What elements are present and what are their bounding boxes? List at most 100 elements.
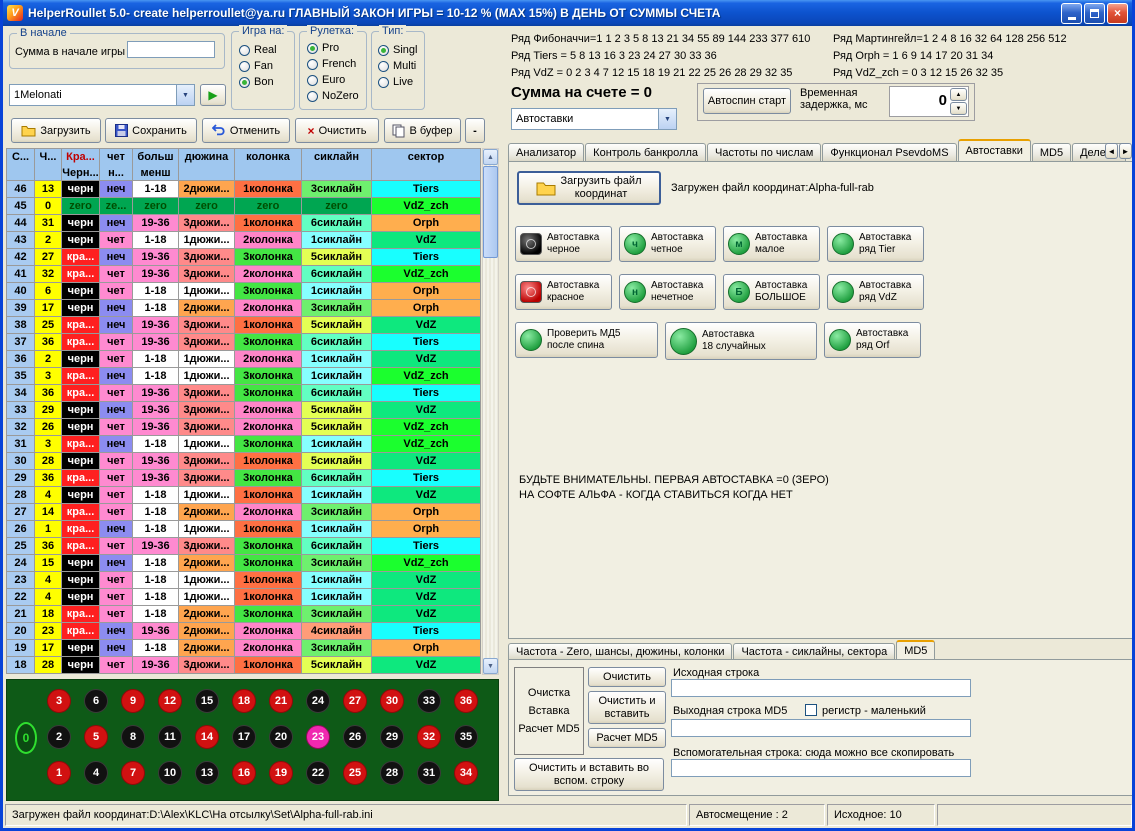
bet-button-красное[interactable]: Автоставкакрасное [515, 274, 612, 310]
board-number[interactable]: 1 [47, 761, 71, 785]
bet-button-ряд-vdz[interactable]: Автоставкаряд VdZ [827, 274, 924, 310]
board-number[interactable]: 36 [454, 689, 478, 713]
radio-real[interactable]: Real [239, 42, 277, 58]
radio-singl[interactable]: Singl [378, 42, 417, 58]
board-number[interactable]: 27 [343, 689, 367, 713]
spinner-down-icon[interactable]: ▼ [950, 102, 967, 115]
bet-button-ряд-orf[interactable]: Автоставкаряд Orf [824, 322, 921, 358]
bet-button-18-случайных[interactable]: Автоставка18 случайных [665, 322, 817, 360]
toolbar-copy-buffer-button[interactable]: В буфер [384, 118, 461, 143]
board-number[interactable]: 33 [417, 689, 441, 713]
board-number[interactable]: 28 [380, 761, 404, 785]
board-number[interactable]: 17 [232, 725, 256, 749]
board-number[interactable]: 13 [195, 761, 219, 785]
board-number[interactable]: 29 [380, 725, 404, 749]
md5-calc-button[interactable]: Расчет MD5 [588, 728, 666, 748]
radio-pro[interactable]: Pro [307, 40, 359, 56]
start-sum-input[interactable] [127, 41, 215, 58]
grid-scrollbar[interactable]: ▲ ▼ [482, 148, 499, 675]
board-number[interactable]: 8 [121, 725, 145, 749]
board-number[interactable]: 26 [343, 725, 367, 749]
close-button[interactable]: × [1107, 3, 1128, 24]
tab-md5[interactable]: MD5 [1032, 143, 1071, 161]
board-number[interactable]: 30 [380, 689, 404, 713]
radio-live[interactable]: Live [378, 74, 417, 90]
scrollbar-thumb[interactable] [483, 166, 498, 258]
board-number[interactable]: 20 [269, 725, 293, 749]
radio-bon[interactable]: Bon [239, 74, 277, 90]
board-number[interactable]: 34 [454, 761, 478, 785]
radio-multi[interactable]: Multi [378, 58, 417, 74]
tab-функционал-psevdoms[interactable]: Функционал PsevdoMS [822, 143, 956, 161]
toolbar-save-disk-button[interactable]: Сохранить [105, 118, 197, 143]
bet-button-ряд-tier[interactable]: Автоставкаряд Tier [827, 226, 924, 262]
chevron-down-icon[interactable]: ▼ [658, 109, 676, 129]
board-number[interactable]: 14 [195, 725, 219, 749]
autobet-combobox[interactable]: Автоставки ▼ [511, 108, 677, 130]
board-number[interactable]: 11 [158, 725, 182, 749]
board-number[interactable]: 35 [454, 725, 478, 749]
board-number[interactable]: 3 [47, 689, 71, 713]
md5-output-input[interactable] [671, 719, 971, 737]
board-number[interactable]: 31 [417, 761, 441, 785]
toolbar-clear-button[interactable]: ×Очистить [295, 118, 379, 143]
chevron-down-icon[interactable]: ▼ [176, 85, 194, 105]
tab-частоты-по-числам[interactable]: Частоты по числам [707, 143, 821, 161]
maximize-button[interactable] [1084, 3, 1105, 24]
board-number[interactable]: 22 [306, 761, 330, 785]
board-number[interactable]: 5 [84, 725, 108, 749]
board-number[interactable]: 16 [232, 761, 256, 785]
minimize-button[interactable] [1061, 3, 1082, 24]
bottom-tab-md5[interactable]: MD5 [896, 640, 935, 659]
board-number[interactable]: 23 [306, 725, 330, 749]
autospin-start-button[interactable]: Автоспин старт [703, 88, 791, 114]
board-zero[interactable]: 0 [15, 722, 37, 754]
tab-автоставки[interactable]: Автоставки [958, 139, 1031, 161]
board-number[interactable]: 2 [47, 725, 71, 749]
scroll-down-icon[interactable]: ▼ [483, 658, 498, 674]
bet-button-нечетное[interactable]: нАвтоставканечетное [619, 274, 716, 310]
bet-button-четное[interactable]: чАвтоставкачетное [619, 226, 716, 262]
tab-scroll-left-icon[interactable]: ◄ [1105, 143, 1118, 159]
tab-scroll-right-icon[interactable]: ► [1119, 143, 1132, 159]
board-number[interactable]: 24 [306, 689, 330, 713]
bet-button-большое[interactable]: БАвтоставкаБОЛЬШОЕ [723, 274, 820, 310]
bet-button-черное[interactable]: Автоставкачерное [515, 226, 612, 262]
load-coordinates-button[interactable]: Загрузить файл координат [517, 171, 661, 205]
preset-combobox[interactable]: 1Melonati ▼ [9, 84, 195, 106]
board-number[interactable]: 15 [195, 689, 219, 713]
board-number[interactable]: 19 [269, 761, 293, 785]
radio-euro[interactable]: Euro [307, 72, 359, 88]
radio-french[interactable]: French [307, 56, 359, 72]
title-bar[interactable]: V HelperRoullet 5.0- create helperroulle… [3, 0, 1132, 26]
md5-source-input[interactable] [671, 679, 971, 697]
radio-nozero[interactable]: NoZero [307, 88, 359, 104]
board-number[interactable]: 32 [417, 725, 441, 749]
bottom-tab-частота---zero,-шансы,-дюжины,-колонки[interactable]: Частота - Zero, шансы, дюжины, колонки [508, 643, 732, 659]
tab-анализатор[interactable]: Анализатор [508, 143, 584, 161]
board-number[interactable]: 7 [121, 761, 145, 785]
md5-clear-paste-button[interactable]: Очистить и вставить [588, 691, 666, 724]
board-number[interactable]: 18 [232, 689, 256, 713]
md5-aux-input[interactable] [671, 759, 971, 777]
board-number[interactable]: 21 [269, 689, 293, 713]
bottom-tab-частота---сиклайны,-сектора[interactable]: Частота - сиклайны, сектора [733, 643, 895, 659]
scroll-up-icon[interactable]: ▲ [483, 149, 498, 165]
toolbar-collapse-button[interactable]: - [465, 118, 485, 143]
bet-button-после-спина[interactable]: Проверить МД5после спина [515, 322, 658, 358]
spinner-up-icon[interactable]: ▲ [950, 88, 967, 101]
radio-fan[interactable]: Fan [239, 58, 277, 74]
board-number[interactable]: 25 [343, 761, 367, 785]
md5-clear-button[interactable]: Очистить [588, 667, 666, 687]
toolbar-open-folder-button[interactable]: Загрузить [11, 118, 101, 143]
register-checkbox[interactable] [805, 704, 817, 716]
board-number[interactable]: 4 [84, 761, 108, 785]
panel-splitter[interactable] [500, 26, 506, 803]
tab-контроль-банкролла[interactable]: Контроль банкролла [585, 143, 706, 161]
play-button[interactable]: ▶ [200, 84, 226, 106]
board-number[interactable]: 9 [121, 689, 145, 713]
board-number[interactable]: 12 [158, 689, 182, 713]
md5-clear-paste-aux-button[interactable]: Очистить и вставить во вспом. строку [514, 758, 664, 791]
board-number[interactable]: 6 [84, 689, 108, 713]
board-number[interactable]: 10 [158, 761, 182, 785]
